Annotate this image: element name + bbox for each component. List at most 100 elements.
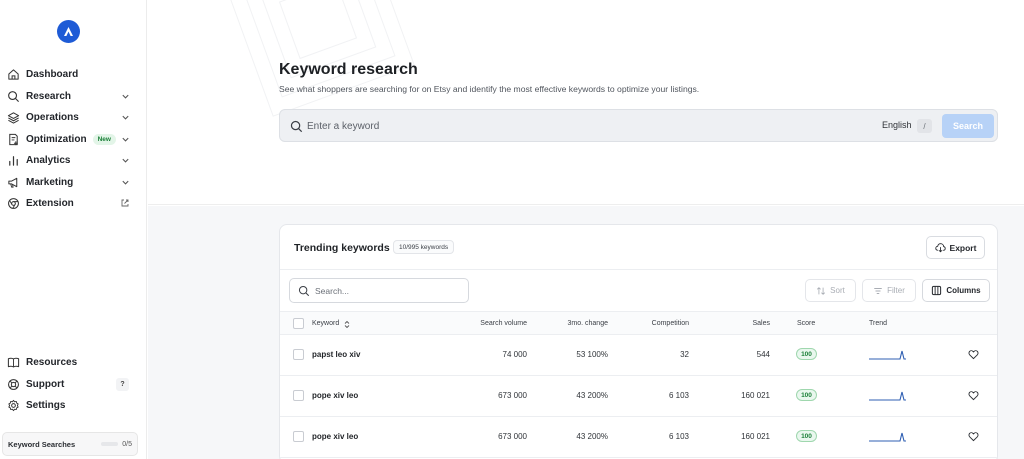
keyword-count-badge: 10/995 keywords: [393, 240, 455, 254]
sidebar-item-label: Resources: [26, 357, 78, 369]
sidebar-item-label: Marketing: [26, 176, 74, 188]
column-header-score[interactable]: Score: [797, 320, 815, 327]
support-shortcut: ?: [116, 377, 129, 391]
row-checkbox[interactable]: [293, 390, 304, 401]
column-header-trend[interactable]: Trend: [869, 320, 887, 327]
change-cell: 43 200%: [576, 432, 608, 441]
new-badge: New: [92, 133, 116, 145]
row-checkbox[interactable]: [293, 349, 304, 360]
sort-toggle-icon[interactable]: [343, 320, 351, 329]
column-header-change[interactable]: 3mo. change: [550, 320, 608, 327]
columns-label: Columns: [946, 286, 981, 295]
table-header: Keyword Search volume 3mo. change Compet…: [280, 311, 997, 335]
sidebar-item-optimization[interactable]: Optimization New: [0, 129, 147, 151]
external-link-icon[interactable]: [120, 198, 130, 208]
sidebar-item-label: Settings: [26, 400, 66, 412]
chevron-down-icon[interactable]: [121, 156, 130, 165]
sidebar-item-research[interactable]: Research: [0, 86, 147, 108]
usage-progress-bar: [101, 442, 119, 446]
keyword-cell[interactable]: pope xiv leo: [312, 432, 358, 441]
sort-icon: [817, 286, 826, 295]
app-logo[interactable]: [57, 20, 80, 43]
sidebar-item-marketing[interactable]: Marketing: [0, 172, 147, 194]
language-selector[interactable]: English: [882, 120, 912, 130]
select-all-checkbox[interactable]: [293, 318, 304, 329]
table-row[interactable]: pope xiv leo 673 000 43 200% 6 103 160 0…: [280, 376, 997, 417]
gear-icon: [6, 399, 20, 413]
main-content: Trending keywords 10/995 keywords Export…: [148, 206, 1024, 459]
trend-sparkline: [869, 432, 906, 442]
search-icon: [298, 285, 310, 297]
heart-icon[interactable]: [968, 431, 979, 442]
megaphone-icon: [6, 175, 20, 189]
keyboard-shortcut: /: [917, 119, 932, 133]
sidebar-item-operations[interactable]: Operations: [0, 107, 147, 129]
background-decoration: [228, 0, 415, 117]
sort-button[interactable]: Sort: [805, 279, 856, 302]
heart-icon[interactable]: [968, 390, 979, 401]
sidebar-item-analytics[interactable]: Analytics: [0, 150, 147, 172]
sales-cell: 160 021: [741, 391, 770, 400]
sidebar-item-label: Research: [26, 90, 72, 102]
document-plus-icon: [6, 132, 20, 146]
search-volume-cell: 74 000: [502, 350, 527, 359]
keyword-cell[interactable]: pope xiv leo: [312, 391, 358, 400]
sidebar-item-label: Support: [26, 378, 65, 390]
logo-icon: [64, 27, 73, 36]
sidebar-item-label: Optimization: [26, 133, 87, 145]
sidebar-item-resources[interactable]: Resources: [0, 352, 147, 374]
trending-keywords-card: Trending keywords 10/995 keywords Export…: [279, 224, 998, 459]
trend-sparkline: [869, 350, 906, 360]
sidebar-item-label: Extension: [26, 198, 74, 210]
bar-chart-icon: [6, 154, 20, 168]
competition-cell: 32: [680, 350, 689, 359]
competition-cell: 6 103: [668, 391, 689, 400]
competition-cell: 6 103: [668, 432, 689, 441]
search-button[interactable]: Search: [942, 114, 994, 138]
card-title: Trending keywords: [294, 242, 390, 254]
keyword-input[interactable]: [307, 118, 707, 135]
keyword-cell[interactable]: papst leo xiv: [312, 350, 360, 359]
sidebar-item-dashboard[interactable]: Dashboard: [0, 64, 147, 86]
sidebar-item-support[interactable]: Support ?: [0, 374, 147, 396]
search-icon: [6, 89, 20, 103]
table-search-input[interactable]: Search...: [289, 278, 469, 303]
columns-button[interactable]: Columns: [922, 279, 990, 302]
column-header-search-volume[interactable]: Search volume: [460, 320, 527, 327]
table-row[interactable]: papst leo xiv 74 000 53 100% 32 544 100: [280, 335, 997, 376]
row-checkbox[interactable]: [293, 431, 304, 442]
chevron-down-icon[interactable]: [121, 92, 130, 101]
chevron-down-icon[interactable]: [121, 135, 130, 144]
export-button[interactable]: Export: [926, 236, 985, 259]
trend-sparkline: [869, 391, 906, 401]
column-header-sales[interactable]: Sales: [710, 320, 770, 327]
sidebar-item-label: Analytics: [26, 155, 71, 167]
score-badge: 100: [796, 389, 817, 401]
chevron-down-icon[interactable]: [121, 113, 130, 122]
sidebar-item-extension[interactable]: Extension: [0, 193, 147, 215]
change-cell: 53 100%: [576, 350, 608, 359]
lifebuoy-icon: [6, 377, 20, 391]
search-icon: [290, 120, 303, 133]
score-badge: 100: [796, 348, 817, 360]
search-volume-cell: 673 000: [498, 391, 527, 400]
column-header-competition[interactable]: Competition: [630, 320, 689, 327]
export-label: Export: [949, 242, 977, 253]
sidebar-nav: Dashboard Research Operations Optimizati…: [0, 64, 147, 215]
page-title: Keyword research: [279, 61, 418, 78]
keyword-searches-label: Keyword Searches: [8, 439, 76, 449]
chevron-down-icon[interactable]: [121, 178, 130, 187]
heart-icon[interactable]: [968, 349, 979, 360]
usage-count: 0/5: [122, 440, 132, 448]
column-header-keyword[interactable]: Keyword: [312, 320, 339, 327]
table-row[interactable]: pope xiv leo 673 000 43 200% 6 103 160 0…: [280, 417, 997, 458]
change-cell: 43 200%: [576, 391, 608, 400]
keyword-searches-usage[interactable]: Keyword Searches 0/5: [2, 432, 138, 456]
score-badge: 100: [796, 430, 817, 442]
book-icon: [6, 356, 20, 370]
filter-button[interactable]: Filter: [862, 279, 916, 302]
columns-icon: [932, 285, 942, 296]
table-search-placeholder: Search...: [315, 286, 350, 296]
sales-cell: 160 021: [741, 432, 770, 441]
sidebar-item-settings[interactable]: Settings: [0, 395, 147, 417]
